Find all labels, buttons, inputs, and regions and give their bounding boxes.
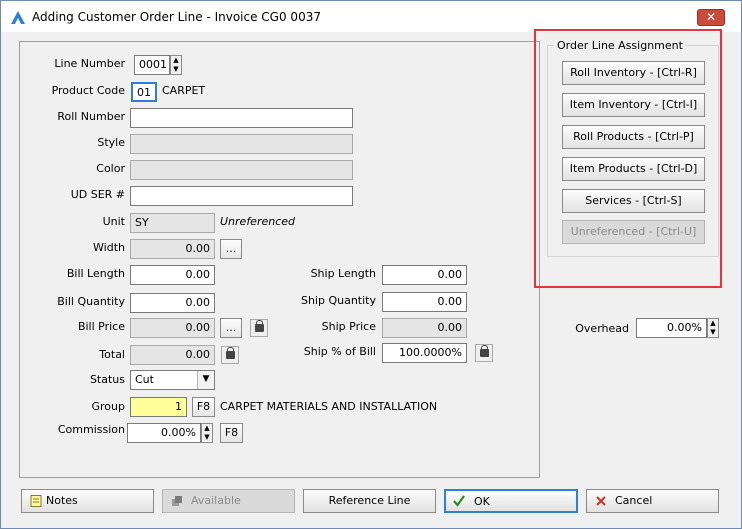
unit-status-note: Unreferenced — [220, 215, 296, 228]
dialog-window: Adding Customer Order Line - Invoice CG0… — [0, 0, 742, 529]
bill-price-lock-button[interactable] — [250, 319, 268, 337]
product-code-label: Product Code — [51, 84, 125, 97]
line-number-label: Line Number — [54, 57, 125, 70]
width-ellipsis-button[interactable]: ... — [220, 239, 242, 259]
chevron-down-icon[interactable]: ▼ — [708, 328, 718, 337]
roll-number-label: Roll Number — [57, 110, 125, 123]
line-number-input[interactable]: 0001 — [134, 55, 170, 75]
cancel-button[interactable]: Cancel — [586, 489, 719, 513]
lock-icon — [226, 347, 235, 359]
width-label: Width — [93, 241, 125, 254]
title-bar: Adding Customer Order Line - Invoice CG0… — [1, 1, 741, 32]
chevron-up-icon[interactable]: ▲ — [171, 56, 181, 65]
chevron-down-icon[interactable]: ▼ — [197, 371, 214, 389]
available-button[interactable]: Available — [162, 489, 295, 513]
ship-length-input[interactable]: 0.00 — [382, 265, 467, 285]
ship-quantity-label: Ship Quantity — [300, 294, 376, 307]
close-icon — [596, 496, 606, 506]
status-label: Status — [89, 373, 125, 386]
group-desc: CARPET MATERIALS AND INSTALLATION — [220, 400, 438, 413]
ship-length-label: Ship Length — [310, 267, 376, 280]
window-title: Adding Customer Order Line - Invoice CG0… — [32, 10, 321, 24]
notes-button[interactable]: Notes — [21, 489, 154, 513]
bill-quantity-input[interactable]: 0.00 — [130, 293, 215, 313]
ship-price-input: 0.00 — [382, 318, 467, 338]
available-button-label: Available — [191, 494, 241, 507]
status-select[interactable]: Cut ▼ — [130, 370, 215, 390]
ship-pct-input[interactable]: 100.0000% — [382, 343, 467, 363]
width-input: 0.00 — [130, 239, 215, 259]
bill-length-label: Bill Length — [66, 267, 125, 280]
color-label: Color — [96, 162, 125, 175]
ud-ser-label: UD SER # — [70, 188, 125, 201]
group-input[interactable]: 1 — [130, 397, 187, 417]
bill-length-input[interactable]: 0.00 — [130, 265, 215, 285]
ship-pct-lock-button[interactable] — [475, 344, 493, 362]
checkmark-icon — [453, 495, 465, 507]
total-lock-button[interactable] — [221, 346, 239, 364]
group-lookup-button[interactable]: F8 — [192, 397, 215, 417]
status-select-value: Cut — [135, 373, 154, 386]
group-label: Group — [91, 400, 126, 413]
chevron-down-icon[interactable]: ▼ — [171, 65, 181, 74]
ship-pct-label: Ship % of Bill — [303, 345, 376, 358]
commission-stepper[interactable]: ▲ ▼ — [201, 423, 213, 443]
ok-button[interactable]: OK — [444, 489, 578, 513]
overhead-input[interactable]: 0.00% — [636, 318, 707, 338]
notes-button-label: Notes — [46, 494, 78, 507]
commission-label: Commission — [57, 423, 125, 436]
ud-ser-input[interactable] — [130, 186, 353, 206]
unit-input: SY — [130, 213, 215, 233]
style-label: Style — [97, 136, 125, 149]
app-logo-icon — [11, 11, 25, 24]
commission-input[interactable]: 0.00% — [127, 423, 201, 443]
ship-price-label: Ship Price — [321, 320, 376, 333]
total-label: Total — [99, 348, 125, 361]
ok-button-label: OK — [474, 495, 490, 508]
chevron-up-icon[interactable]: ▲ — [708, 319, 718, 328]
bill-price-label: Bill Price — [77, 320, 125, 333]
ship-quantity-input[interactable]: 0.00 — [382, 292, 467, 312]
product-code-input[interactable]: 01 — [131, 82, 157, 102]
bill-price-input: 0.00 — [130, 318, 215, 338]
commission-lookup-button[interactable]: F8 — [220, 423, 243, 443]
style-input — [130, 134, 353, 154]
stack-icon — [172, 496, 182, 506]
product-code-desc: CARPET — [162, 84, 206, 97]
unit-label: Unit — [102, 215, 125, 228]
lock-icon — [255, 320, 264, 332]
cancel-button-label: Cancel — [615, 494, 653, 507]
close-button[interactable]: ✕ — [697, 9, 725, 26]
chevron-down-icon[interactable]: ▼ — [202, 433, 212, 442]
line-number-stepper[interactable]: ▲ ▼ — [170, 55, 182, 75]
bill-price-ellipsis-button[interactable]: ... — [220, 318, 242, 338]
reference-line-button[interactable]: Reference Line — [303, 489, 436, 513]
total-input: 0.00 — [130, 345, 215, 365]
lock-icon — [480, 345, 489, 357]
roll-number-input[interactable] — [130, 108, 353, 128]
bill-quantity-label: Bill Quantity — [57, 295, 125, 308]
overhead-stepper[interactable]: ▲ ▼ — [707, 318, 719, 338]
color-input — [130, 160, 353, 180]
notes-icon — [30, 495, 42, 507]
overhead-label: Overhead — [575, 322, 629, 335]
highlight-box — [534, 29, 722, 288]
chevron-up-icon[interactable]: ▲ — [202, 424, 212, 433]
